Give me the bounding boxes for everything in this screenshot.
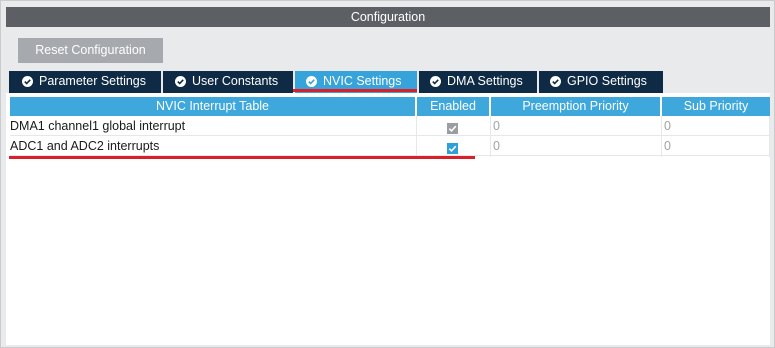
preemption-priority-value[interactable]: 0	[491, 136, 661, 156]
column-header-enabled[interactable]: Enabled	[417, 97, 489, 116]
column-header-interrupt[interactable]: NVIC Interrupt Table	[10, 97, 415, 116]
interrupt-name: DMA1 channel1 global interrupt	[10, 116, 416, 136]
active-tab-underline	[293, 89, 417, 92]
check-circle-icon	[175, 76, 186, 87]
column-divider	[769, 116, 770, 157]
tab-label: GPIO Settings	[567, 74, 647, 88]
enabled-checkbox[interactable]	[447, 123, 458, 134]
preemption-priority-value[interactable]: 0	[491, 116, 661, 136]
enabled-checkbox[interactable]	[447, 143, 458, 154]
tab-user-constants[interactable]: User Constants	[163, 71, 293, 93]
interrupt-name: ADC1 and ADC2 interrupts	[10, 136, 416, 156]
column-header-preemption-priority[interactable]: Preemption Priority	[491, 97, 660, 116]
column-header-sub-priority[interactable]: Sub Priority	[662, 97, 770, 116]
row-underline	[9, 156, 475, 159]
tab-dma-settings[interactable]: DMA Settings	[419, 71, 537, 93]
tab-label: DMA Settings	[447, 74, 523, 88]
check-circle-icon	[550, 76, 561, 87]
window-title: Configuration	[6, 7, 770, 27]
tab-gpio-settings[interactable]: GPIO Settings	[539, 71, 663, 93]
sub-priority-value[interactable]: 0	[662, 116, 769, 136]
sub-priority-value[interactable]: 0	[662, 136, 769, 156]
check-circle-icon	[22, 76, 33, 87]
tab-label: User Constants	[192, 74, 279, 88]
checkmark-icon	[448, 125, 457, 133]
tab-label: Parameter Settings	[39, 74, 146, 88]
configuration-window: Configuration Reset Configuration Parame…	[0, 0, 775, 348]
checkmark-icon	[448, 145, 457, 153]
check-circle-icon	[306, 76, 317, 87]
reset-configuration-button[interactable]: Reset Configuration	[18, 38, 163, 63]
check-circle-icon	[430, 76, 441, 87]
nvic-panel: NVIC Interrupt Table Enabled Preemption …	[6, 93, 770, 345]
tab-parameter-settings[interactable]: Parameter Settings	[9, 71, 161, 93]
